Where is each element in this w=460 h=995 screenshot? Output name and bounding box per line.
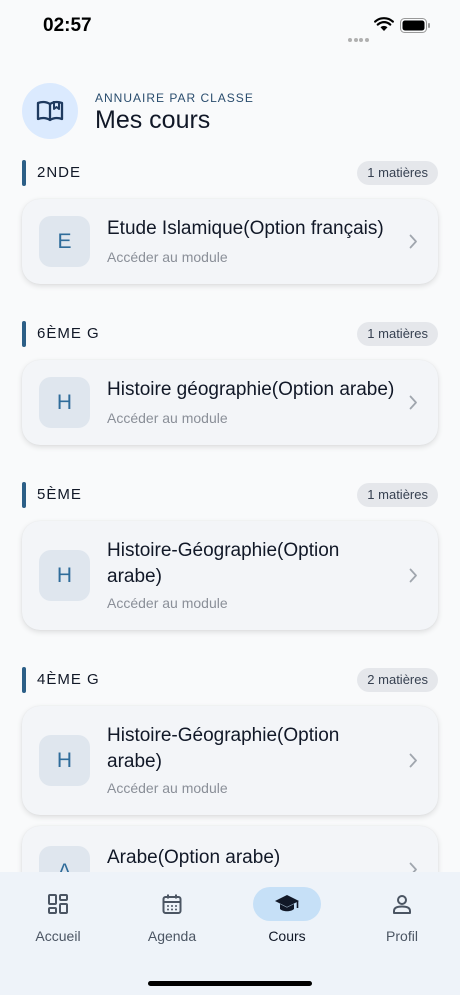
section-accent-bar <box>22 160 26 186</box>
section-label: 2NDE <box>37 164 82 181</box>
course-card[interactable]: H Histoire géographie(Option arabe) Accé… <box>22 360 438 445</box>
section-label: 6ÈME G <box>37 325 100 342</box>
page-header: ANNUAIRE PAR CLASSE Mes cours <box>22 83 442 139</box>
section-header-5eme: 5ÈME 1 matières <box>22 482 438 508</box>
battery-icon <box>400 18 430 33</box>
section-accent-bar <box>22 667 26 693</box>
section-label: 5ÈME <box>37 486 82 503</box>
home-indicator[interactable] <box>148 981 312 986</box>
section-header-6eme-g: 6ÈME G 1 matières <box>22 321 438 347</box>
subject-count-badge: 1 matières <box>357 483 438 507</box>
course-card[interactable]: E Etude Islamique(Option français) Accéd… <box>22 199 438 284</box>
course-initial: H <box>39 735 90 786</box>
section-header-4eme-g: 4ÈME G 2 matières <box>22 667 438 693</box>
nav-label: Accueil <box>35 928 81 944</box>
course-subtitle: Accéder au module <box>107 595 228 611</box>
subject-count-badge: 1 matières <box>357 322 438 346</box>
calendar-icon <box>138 887 206 921</box>
chevron-right-icon <box>409 753 417 768</box>
course-initial: E <box>39 216 90 267</box>
chevron-right-icon <box>409 395 417 410</box>
subject-count-badge: 2 matières <box>357 668 438 692</box>
course-title: Histoire-Géographie(Option arabe) <box>107 540 340 587</box>
section-label: 4ÈME G <box>37 671 100 688</box>
course-initial: H <box>39 550 90 601</box>
nav-label: Agenda <box>147 928 197 944</box>
graduation-cap-icon <box>253 887 321 921</box>
dashboard-icon <box>24 887 92 921</box>
section-accent-bar <box>22 321 26 347</box>
subject-count-badge: 1 matières <box>357 161 438 185</box>
page-overline: ANNUAIRE PAR CLASSE <box>95 91 254 105</box>
section-accent-bar <box>22 482 26 508</box>
nav-item-profil[interactable]: Profil <box>357 886 447 946</box>
course-initial: H <box>39 377 90 428</box>
course-subtitle: Accéder au module <box>107 249 228 265</box>
section-header-2nde: 2NDE 1 matières <box>22 160 438 186</box>
signal-icon <box>348 29 370 47</box>
course-subtitle: Accéder au module <box>107 410 228 426</box>
course-subtitle: Accéder au module <box>107 780 228 796</box>
course-title: Arabe(Option arabe) <box>107 847 281 868</box>
nav-label: Cours <box>268 928 306 944</box>
page-title: Mes cours <box>95 106 211 134</box>
chevron-right-icon <box>409 568 417 583</box>
course-title: Histoire-Géographie(Option arabe) <box>107 725 340 772</box>
nav-item-cours[interactable]: Cours <box>242 886 332 946</box>
status-bar: 02:57 <box>0 0 460 56</box>
course-title: Etude Islamique(Option français) <box>107 218 384 239</box>
course-card[interactable]: H Histoire-Géographie(Option arabe) Accé… <box>22 706 438 815</box>
wifi-icon <box>374 17 394 31</box>
nav-label: Profil <box>386 928 418 944</box>
status-time: 02:57 <box>43 15 92 36</box>
person-icon <box>368 887 436 921</box>
nav-item-accueil[interactable]: Accueil <box>13 886 103 946</box>
open-book-icon <box>22 83 78 139</box>
course-card[interactable]: H Histoire-Géographie(Option arabe) Accé… <box>22 521 438 630</box>
course-title: Histoire géographie(Option arabe) <box>107 379 395 400</box>
chevron-right-icon <box>409 234 417 249</box>
bottom-navigation: Accueil Agenda Cours Profil <box>0 872 460 995</box>
nav-item-agenda[interactable]: Agenda <box>127 886 217 946</box>
